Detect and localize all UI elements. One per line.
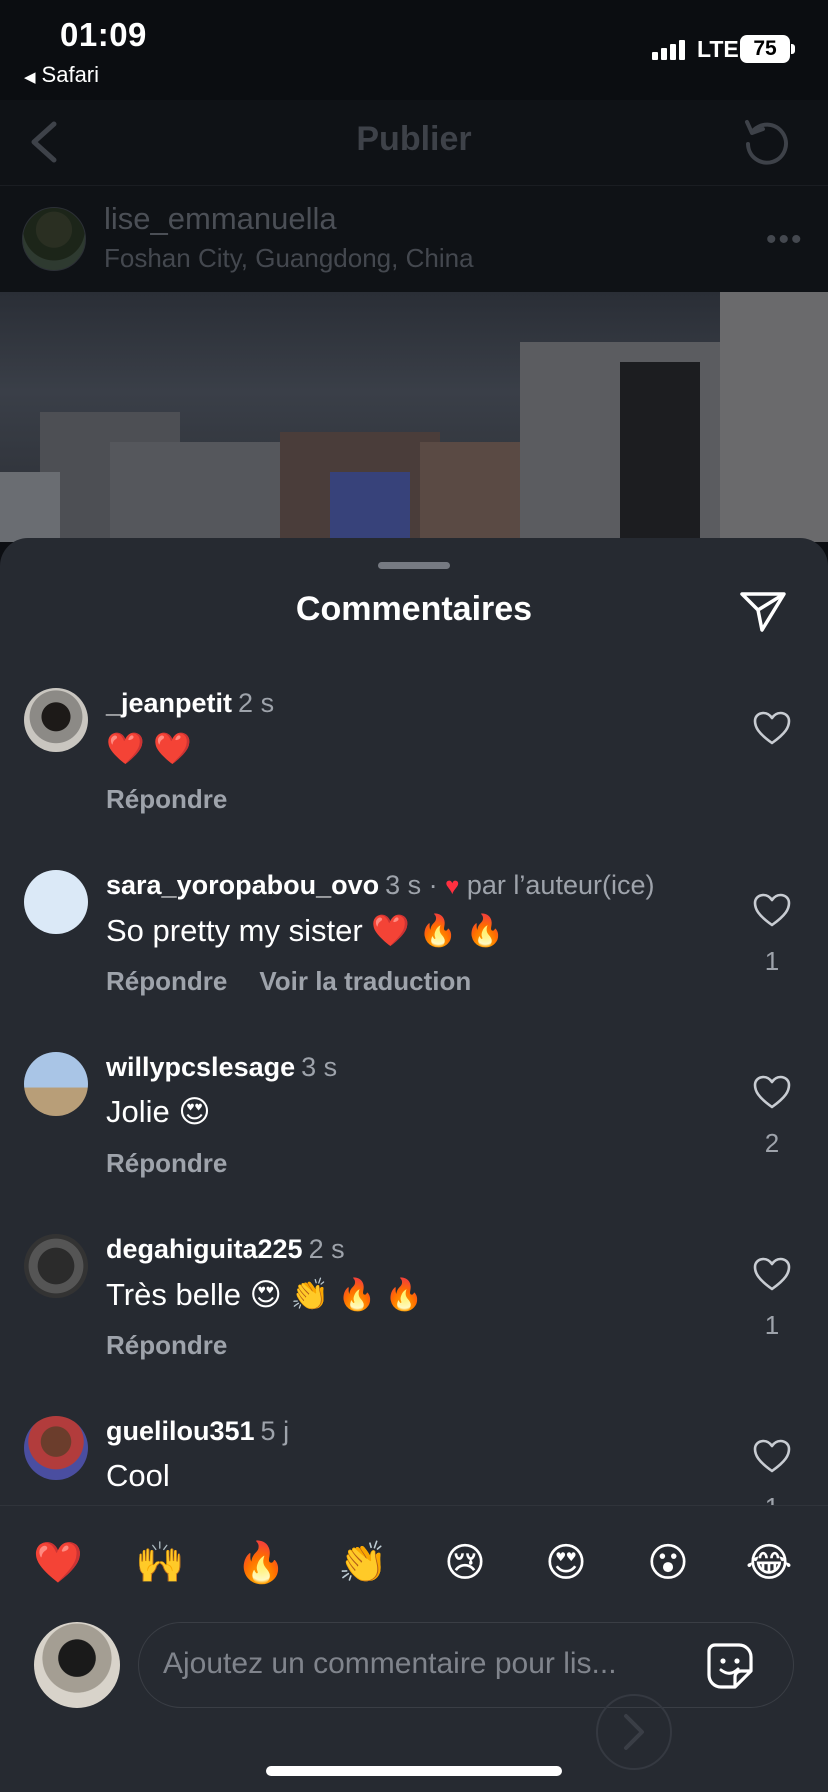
sheet-grabber[interactable] — [378, 562, 450, 569]
comment-text: Très belle 😍 👏 🔥 🔥 — [106, 1277, 424, 1312]
heart-icon[interactable] — [752, 710, 792, 746]
comment-item: willypcslesage 3 s Jolie 😍 Répondre 2 — [0, 1052, 828, 1232]
back-to-app-link[interactable]: ◀ Safari — [24, 62, 99, 88]
heart-icon[interactable] — [752, 1438, 792, 1474]
reply-button[interactable]: Répondre — [106, 1148, 227, 1178]
reply-button[interactable]: Répondre — [106, 1330, 227, 1360]
comment-username[interactable]: sara_yoropabou_ovo — [106, 870, 379, 900]
signal-icon — [652, 40, 685, 60]
emoji-crying-button[interactable]: 😢 — [435, 1538, 495, 1588]
post-author-username[interactable]: lise_emmanuella — [104, 201, 337, 237]
emoji-heart-eyes-button[interactable]: 😍 — [536, 1538, 596, 1588]
comment-time: 3 s — [301, 1052, 338, 1082]
like-count: 2 — [764, 1128, 780, 1158]
refresh-icon[interactable] — [738, 114, 794, 170]
comment-input-placeholder: Ajoutez un commentaire pour lis... — [163, 1647, 617, 1680]
back-triangle-icon: ◀ — [24, 69, 36, 86]
top-nav: Publier — [0, 100, 828, 186]
sticker-icon[interactable] — [705, 1641, 755, 1691]
comment-username[interactable]: degahiguita225 — [106, 1234, 303, 1264]
comment-username[interactable]: willypcslesage — [106, 1052, 295, 1082]
comment-text: ❤️ ❤️ — [106, 731, 192, 766]
comment-time: 2 s — [238, 688, 275, 718]
chevron-right-icon — [624, 1714, 644, 1750]
reply-button[interactable]: Répondre — [106, 784, 227, 814]
heart-icon[interactable] — [752, 1074, 792, 1110]
see-translation-button[interactable]: Voir la traduction — [259, 966, 471, 996]
liked-by-author-badge: ♥ par l’auteur(ice) — [445, 870, 654, 900]
more-options-icon[interactable]: ••• — [766, 223, 804, 257]
home-indicator — [266, 1766, 562, 1776]
emoji-fire-button[interactable]: 🔥 — [231, 1538, 291, 1588]
like-count: 1 — [752, 1492, 792, 1505]
liked-by-author-label: par l’auteur(ice) — [466, 870, 655, 900]
comment-text: So pretty my sister ❤️ 🔥 🔥 — [106, 913, 505, 948]
heart-icon[interactable] — [752, 1256, 792, 1292]
comment-item: degahiguita225 2 s Très belle 😍 👏 🔥 🔥 Rép… — [0, 1234, 828, 1414]
emoji-laughing-button[interactable]: 😂 — [739, 1538, 799, 1588]
back-app-label: Safari — [41, 62, 100, 87]
emoji-clap-button[interactable]: 👏 — [333, 1538, 393, 1588]
like-count: 1 — [764, 946, 780, 976]
page-title: Publier — [356, 120, 472, 158]
mini-heart-icon: ♥ — [445, 873, 460, 900]
share-send-icon[interactable] — [738, 588, 788, 634]
emoji-surprised-button[interactable]: 😮 — [638, 1538, 698, 1588]
sheet-title: Commentaires — [295, 590, 533, 628]
comment-time: 5 j — [260, 1416, 290, 1446]
post-location[interactable]: Foshan City, Guangdong, China — [104, 243, 474, 274]
comment-text: Cool — [106, 1458, 170, 1493]
avatar[interactable] — [24, 688, 88, 752]
post-photo — [0, 292, 828, 542]
status-bar: 01:09 ◀ Safari LTE 75 — [0, 0, 828, 100]
avatar[interactable] — [24, 1234, 88, 1298]
comment-item: guelilou3515 j Cool 1 — [0, 1416, 828, 1505]
comment-input[interactable]: Ajoutez un commentaire pour lis... — [138, 1622, 794, 1708]
post-author-avatar[interactable] — [22, 207, 86, 271]
comment-item: _jeanpetit 2 s ❤️ ❤️ Répondre — [0, 688, 828, 868]
comment-username[interactable]: guelilou351 — [106, 1416, 255, 1446]
emoji-raised-hands-button[interactable]: 🙌 — [130, 1538, 190, 1588]
network-label: LTE — [697, 36, 739, 62]
floating-next-button[interactable] — [596, 1694, 672, 1770]
comment-text: Jolie 😍 — [106, 1094, 211, 1129]
avatar[interactable] — [24, 870, 88, 934]
avatar[interactable] — [24, 1052, 88, 1116]
status-time: 01:09 — [60, 16, 147, 53]
comment-time: 3 s · — [385, 870, 438, 900]
comment-username[interactable]: _jeanpetit — [106, 688, 232, 718]
battery-icon: 75 — [740, 35, 790, 63]
reply-button[interactable]: Répondre — [106, 966, 227, 996]
heart-icon[interactable] — [752, 892, 792, 928]
comment-time: 2 s — [308, 1234, 345, 1264]
battery-tip — [791, 44, 795, 54]
quick-emoji-bar: ❤️ 🙌 🔥 👏 😢 😍 😮 😂 — [0, 1505, 828, 1605]
avatar[interactable] — [24, 1416, 88, 1480]
like-count: 1 — [764, 1310, 780, 1340]
post-header: lise_emmanuella Foshan City, Guangdong, … — [0, 187, 828, 292]
emoji-heart-button[interactable]: ❤️ — [28, 1538, 88, 1588]
current-user-avatar — [34, 1622, 120, 1708]
comment-item: sara_yoropabou_ovo 3 s · ♥ par l’auteur(i… — [0, 870, 828, 1050]
